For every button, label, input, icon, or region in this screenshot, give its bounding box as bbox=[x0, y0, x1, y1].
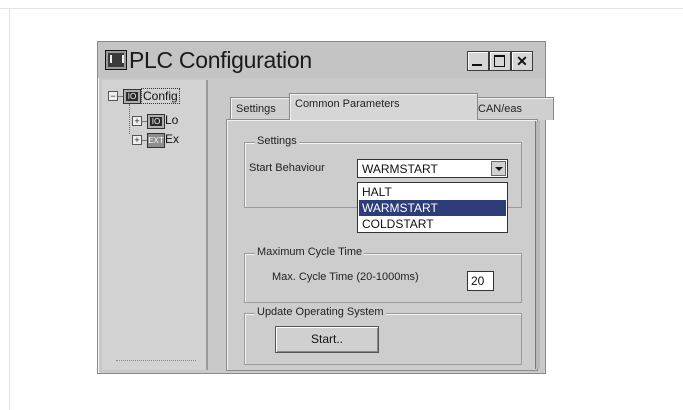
option-halt[interactable]: HALT bbox=[359, 184, 506, 200]
settings-group-legend: Settings bbox=[255, 135, 299, 147]
window-title: PLC Configuration bbox=[129, 47, 312, 73]
start-behaviour-value: WARMSTART bbox=[362, 162, 438, 176]
tab-common-parameters[interactable]: Common Parameters bbox=[289, 93, 478, 120]
frame-top-border bbox=[0, 8, 683, 9]
update-os-group-legend: Update Operating System bbox=[255, 306, 386, 318]
tree-connector-vertical bbox=[129, 104, 131, 134]
tree-item-config[interactable]: Config bbox=[141, 88, 180, 104]
titlebar: PLC Configuration ✕ bbox=[98, 42, 545, 78]
close-button[interactable]: ✕ bbox=[511, 51, 533, 71]
maximize-button[interactable] bbox=[489, 51, 511, 71]
tab-settings[interactable]: Settings bbox=[230, 97, 292, 120]
start-button[interactable]: Start.. bbox=[275, 326, 379, 353]
minimize-button[interactable] bbox=[467, 51, 489, 71]
option-warmstart[interactable]: WARMSTART bbox=[359, 200, 506, 216]
max-cycle-time-label: Max. Cycle Time (20-1000ms) bbox=[272, 271, 419, 283]
scrollbar[interactable] bbox=[535, 121, 540, 369]
cycle-time-group-legend: Maximum Cycle Time bbox=[255, 246, 365, 258]
tree-divider bbox=[116, 360, 196, 361]
frame-left-border bbox=[9, 8, 10, 410]
option-coldstart[interactable]: COLDSTART bbox=[359, 216, 506, 232]
tree-item-ex[interactable]: Ex bbox=[165, 132, 179, 146]
io-module-icon: IO bbox=[123, 89, 141, 104]
tree-expander-lo[interactable]: + bbox=[132, 116, 142, 126]
chevron-down-icon[interactable] bbox=[491, 161, 506, 176]
configuration-tree: − IO Config + IO Lo + EXT Ex bbox=[102, 80, 208, 370]
tree-item-lo[interactable]: Lo bbox=[165, 113, 178, 127]
app-icon bbox=[105, 50, 127, 70]
start-behaviour-label: Start Behaviour bbox=[249, 162, 325, 174]
io-module-icon: IO bbox=[147, 114, 165, 129]
ext-module-icon: EXT bbox=[147, 133, 165, 148]
tree-expander-ex[interactable]: + bbox=[132, 135, 142, 145]
max-cycle-time-input[interactable]: 20 bbox=[467, 271, 494, 291]
start-behaviour-dropdown: HALT WARMSTART COLDSTART bbox=[357, 182, 508, 233]
tree-expander-root[interactable]: − bbox=[108, 91, 118, 101]
start-behaviour-select[interactable]: WARMSTART bbox=[357, 159, 508, 178]
tab-can[interactable]: CAN/eas bbox=[472, 97, 554, 120]
